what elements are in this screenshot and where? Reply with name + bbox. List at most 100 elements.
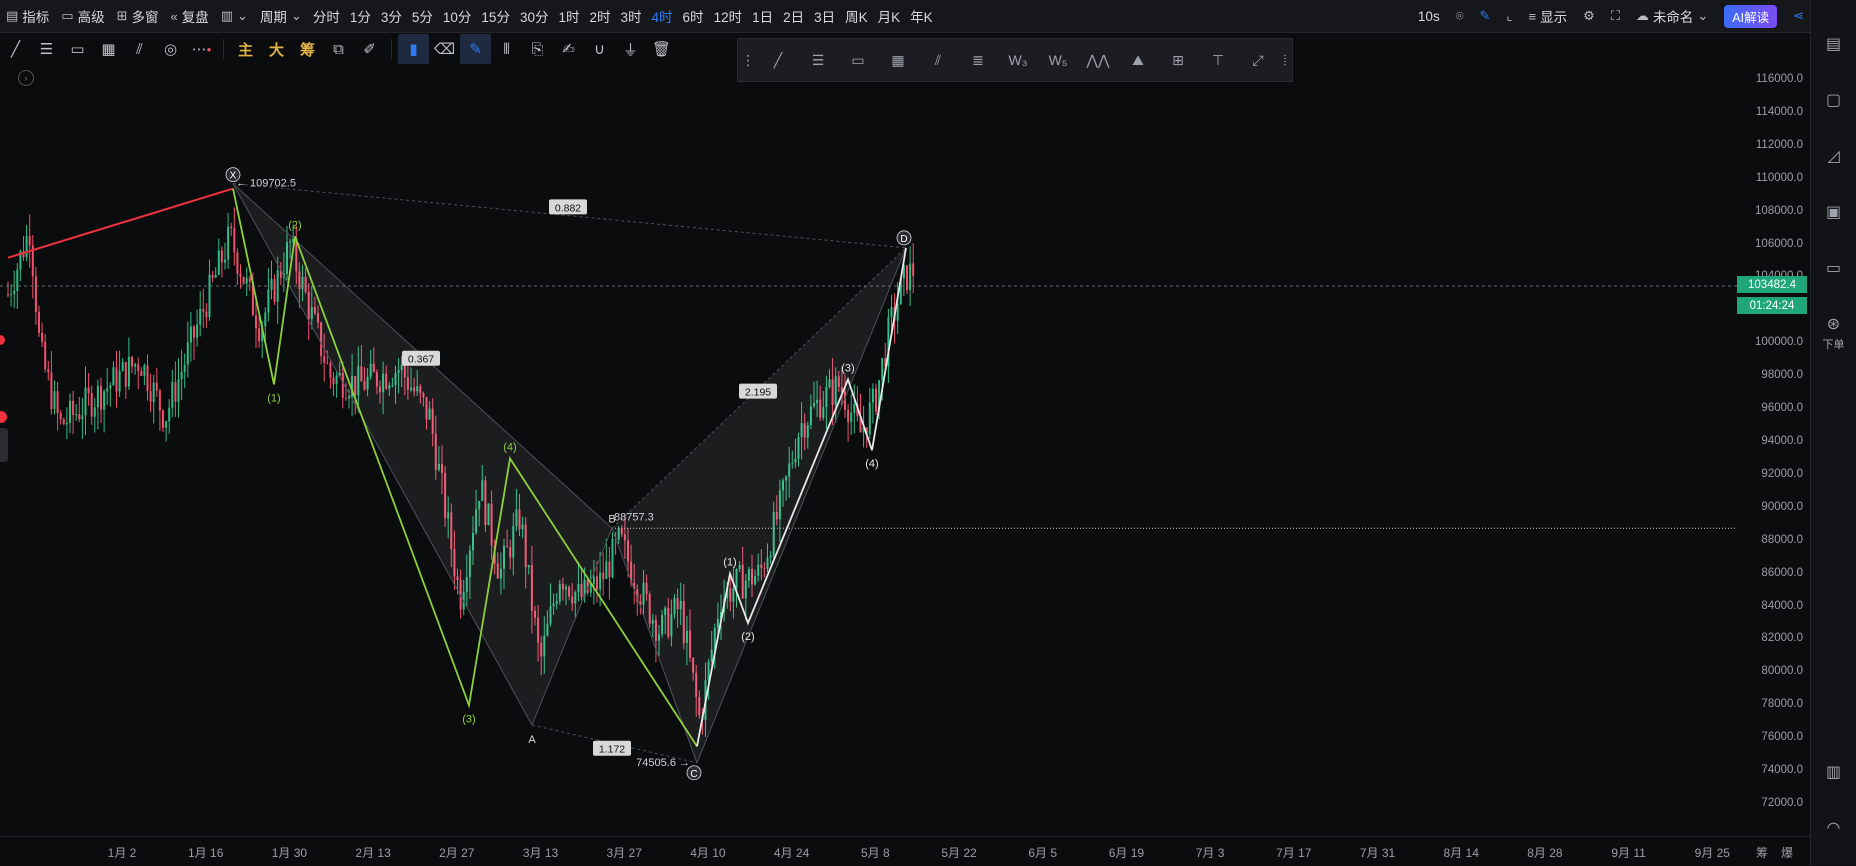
trash-icon[interactable]: 🗑 xyxy=(646,34,677,64)
fan-icon[interactable]: ⫽ xyxy=(918,39,958,81)
candle-body xyxy=(75,414,78,416)
period-5[interactable]: 15分 xyxy=(476,0,515,32)
fib-icon[interactable]: ▦ xyxy=(878,39,918,81)
collapse-handle-icon[interactable]: ⦙ xyxy=(1278,39,1292,81)
main-indicator-button[interactable]: 主 xyxy=(230,34,261,64)
chips-button[interactable]: 筹 xyxy=(292,34,323,64)
multi-window-button[interactable]: ⊞ 多窗 xyxy=(111,0,165,32)
sidebar-item-support[interactable]: ◠ xyxy=(1811,818,1856,838)
ratio-abc: 1.172 xyxy=(599,744,625,756)
triangle-icon[interactable]: ⋀⋀ xyxy=(1078,39,1118,81)
rectangle-icon[interactable]: ▭ xyxy=(62,34,93,64)
period-9[interactable]: 3时 xyxy=(616,0,647,32)
display-button[interactable]: ≡ 显示 xyxy=(1523,0,1574,32)
period-6[interactable]: 30分 xyxy=(515,0,554,32)
sidebar-item-wallet[interactable]: ▭ xyxy=(1811,258,1856,278)
price-chart[interactable]: (1)(2)(3)(4)(1)(2)(3)(4)XABCD← 109702.58… xyxy=(0,66,1737,836)
wave-icon[interactable]: W₃ xyxy=(998,39,1038,81)
period-7[interactable]: 1时 xyxy=(553,0,584,32)
arrow-line-icon[interactable]: ⤢ xyxy=(1238,39,1278,81)
camera-icon[interactable]: ⌾ xyxy=(1450,0,1470,32)
sidebar-item-order[interactable]: ⊛ 下单 xyxy=(1811,314,1856,352)
period-8[interactable]: 2时 xyxy=(585,0,616,32)
share-icon[interactable]: ⋖ xyxy=(1787,0,1810,32)
gann-icon[interactable]: ≣ xyxy=(958,39,998,81)
sidebar-item-depth[interactable]: ◿ xyxy=(1811,146,1856,166)
crop-icon[interactable]: ⌞ xyxy=(1500,0,1518,32)
time-axis[interactable]: 筹 爆 1月 2 1月 16 1月 30 2月 13 2月 27 3月 13 3月 27 4月… xyxy=(0,836,1811,866)
horizontal-line-icon[interactable]: ☰ xyxy=(31,34,62,64)
price-tick: 94000.0 xyxy=(1761,435,1803,447)
price-tick: 74000.0 xyxy=(1761,764,1803,777)
price-tick: 92000.0 xyxy=(1761,467,1803,480)
settings-gear-icon[interactable]: ⚙ xyxy=(1577,0,1601,32)
period-0[interactable]: 分时 xyxy=(308,0,345,32)
bars-icon[interactable]: ⫴ xyxy=(491,34,522,64)
chart-type-dropdown[interactable]: ▥ ⌄ xyxy=(215,0,254,32)
snapshot-icon[interactable]: ⧉ xyxy=(323,34,354,64)
eraser-icon[interactable]: ⌫ xyxy=(429,34,460,64)
candle-body xyxy=(199,308,202,325)
chips-toggle[interactable]: 筹 xyxy=(1756,844,1768,861)
advanced-button[interactable]: ▭ 高级 xyxy=(55,0,110,32)
period-dropdown[interactable]: 周期 ⌄ xyxy=(254,0,308,32)
candle-body xyxy=(124,361,127,387)
pencil-line-icon[interactable]: ✐ xyxy=(354,34,385,64)
big-order-button[interactable]: 大 xyxy=(261,34,292,64)
period-14[interactable]: 2日 xyxy=(778,0,809,32)
bookmark-icon[interactable]: ▮ xyxy=(398,34,429,64)
indicator-button[interactable]: ▤ 指标 xyxy=(0,0,55,32)
period-15[interactable]: 3日 xyxy=(809,0,840,32)
wave5-icon[interactable]: W₅ xyxy=(1038,39,1078,81)
period-16[interactable]: 周K xyxy=(840,0,873,32)
filter-icon[interactable]: ⏚ xyxy=(615,34,646,64)
hline-icon[interactable]: ☰ xyxy=(798,39,838,81)
copy-icon[interactable]: ⎘ xyxy=(522,34,553,64)
layout-name-dropdown[interactable]: ☁ 未命名 ⌄ xyxy=(1630,0,1714,32)
candle-body xyxy=(596,576,598,590)
time-tick: 4月 10 xyxy=(690,846,726,860)
refresh-interval[interactable]: 10s xyxy=(1412,0,1446,32)
price-tick: 82000.0 xyxy=(1761,632,1803,645)
chevron-down-icon: ⌄ xyxy=(237,8,248,23)
time-tick: 3月 13 xyxy=(522,846,559,860)
candle-body xyxy=(118,370,121,392)
parallel-channel-icon[interactable]: ⫽ xyxy=(124,34,155,64)
segment-icon[interactable]: ╱ xyxy=(758,39,798,81)
sidebar-item-list[interactable]: ▤ xyxy=(1811,34,1856,54)
pen-icon[interactable]: ✎ xyxy=(460,34,491,64)
period-17[interactable]: 月K xyxy=(873,0,906,32)
period-12[interactable]: 12时 xyxy=(709,0,748,32)
fullscreen-icon[interactable]: ⛶ xyxy=(1605,0,1626,32)
frame-icon[interactable]: ⊞ xyxy=(1158,39,1198,81)
period-3[interactable]: 5分 xyxy=(407,0,438,32)
expand-icon[interactable]: › xyxy=(18,70,34,86)
magnet-icon[interactable]: ∪ xyxy=(584,34,615,64)
liquidation-toggle[interactable]: 爆 xyxy=(1781,844,1793,861)
period-10[interactable]: 4时 xyxy=(647,0,678,32)
sidebar-item-chart[interactable]: ▣ xyxy=(1811,202,1856,222)
period-11[interactable]: 6时 xyxy=(678,0,709,32)
period-4[interactable]: 10分 xyxy=(438,0,477,32)
price-axis[interactable]: 116000.0 114000.0 112000.0 110000.0 108000.0… xyxy=(1737,66,1811,836)
rect-icon[interactable]: ▭ xyxy=(838,39,878,81)
candle-body xyxy=(608,561,611,578)
line-tool-icon[interactable]: ╱ xyxy=(0,34,31,64)
period-18[interactable]: 年K xyxy=(905,0,938,32)
period-1[interactable]: 1分 xyxy=(345,0,376,32)
drag-handle-icon[interactable]: ⋮ xyxy=(738,39,758,81)
sidebar-item-doc[interactable]: ▢ xyxy=(1811,90,1856,110)
more-icon[interactable]: ⋯ ● xyxy=(186,34,217,64)
sidebar-item-layout[interactable]: ▥ xyxy=(1811,762,1856,782)
spiral-icon[interactable]: ◎ xyxy=(155,34,186,64)
edit-icon[interactable]: ✍ xyxy=(553,34,584,64)
replay-button[interactable]: «复盘 xyxy=(165,0,215,32)
pen-edit-icon[interactable]: ✎ xyxy=(1474,0,1497,32)
price-range-icon[interactable]: ⊤ xyxy=(1198,39,1238,81)
ai-analysis-button[interactable]: AI解读 xyxy=(1718,0,1783,32)
period-2[interactable]: 3分 xyxy=(376,0,407,32)
left-edge-handle[interactable] xyxy=(0,428,8,462)
abcd-icon[interactable]: ⛰ xyxy=(1118,39,1158,81)
ruler-icon[interactable]: ▦ xyxy=(93,34,124,64)
period-13[interactable]: 1日 xyxy=(747,0,778,32)
